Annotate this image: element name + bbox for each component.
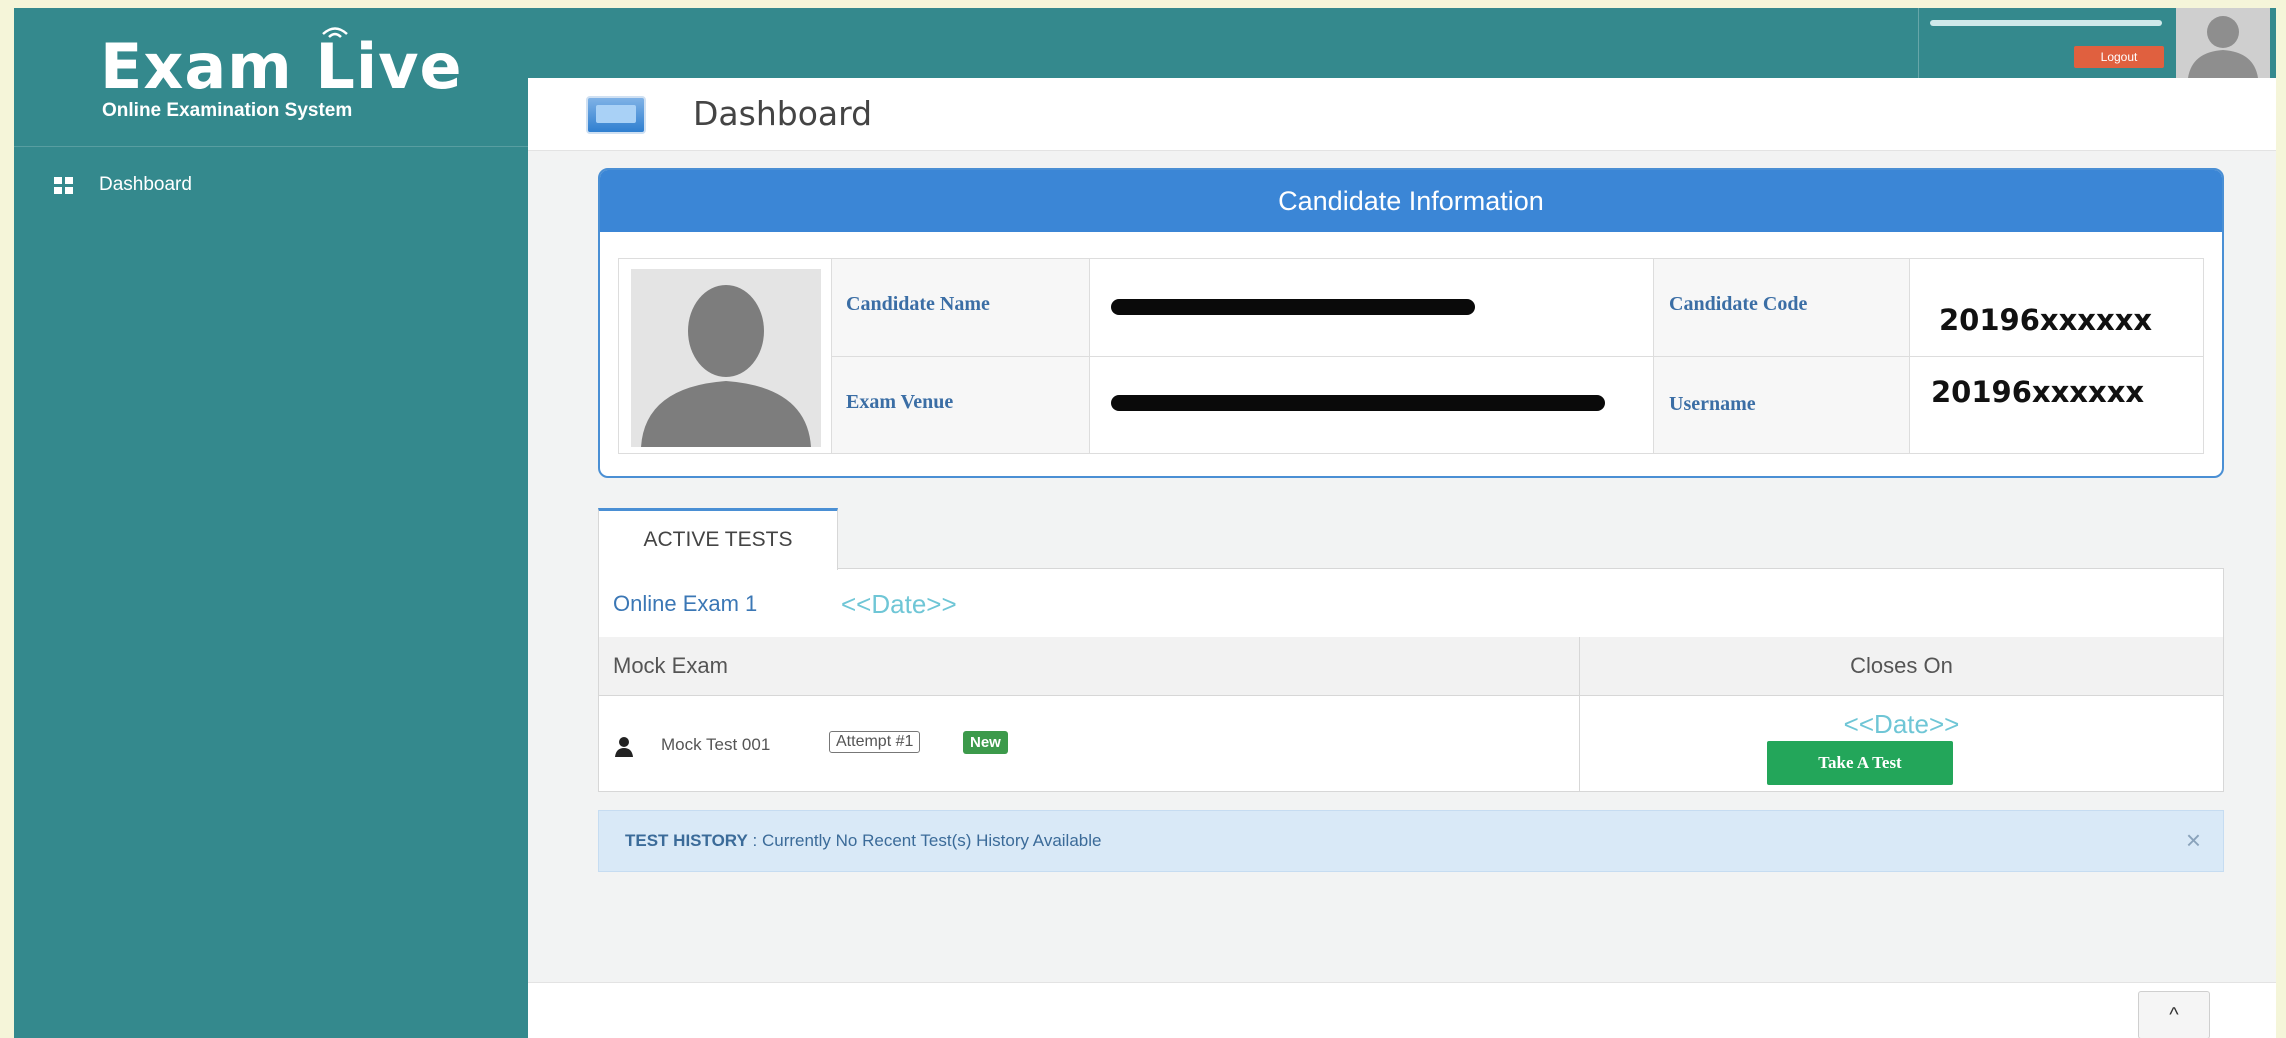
user-icon — [615, 737, 633, 757]
column-header-closes-on: Closes On — [1850, 653, 1953, 678]
test-history-text: TEST HISTORY : Currently No Recent Test(… — [625, 831, 1101, 851]
tab-active-tests[interactable]: ACTIVE TESTS — [598, 508, 838, 570]
grid-icon — [54, 176, 73, 194]
column-header-mock-exam: Mock Exam — [613, 653, 728, 678]
brand-subtitle: Online Examination System — [102, 100, 353, 121]
attempt-badge: Attempt #1 — [829, 731, 921, 753]
test-history-alert: TEST HISTORY : Currently No Recent Test(… — [598, 810, 2224, 872]
candidate-info-heading: Candidate Information — [600, 170, 2222, 232]
user-name — [1930, 18, 2162, 31]
test-history-message: : Currently No Recent Test(s) History Av… — [747, 831, 1102, 850]
test-history-label: TEST HISTORY — [625, 831, 748, 850]
footer: ^ — [528, 982, 2276, 1038]
user-avatar[interactable] — [2176, 8, 2270, 78]
new-badge: New — [963, 731, 1008, 754]
exam-venue-label: Exam Venue — [846, 391, 954, 413]
exam-name: Online Exam 1 — [613, 591, 758, 616]
page-header: Dashboard — [528, 78, 2276, 151]
brand-logo: Exam Live Online Examination System — [14, 8, 528, 147]
candidate-photo — [631, 269, 821, 447]
username-value: 20196xxxxxx — [1931, 375, 2145, 409]
close-icon[interactable]: × — [2186, 825, 2201, 856]
topbar-divider — [1918, 8, 1919, 78]
exam-date: <<Date>> — [841, 589, 957, 619]
tests-table-header: Mock Exam Closes On — [599, 637, 2223, 696]
candidate-info-panel: Candidate Information Candidate Name Can… — [598, 168, 2224, 478]
active-tests-box: Online Exam 1 <<Date>> Mock Exam Closes … — [598, 568, 2224, 792]
candidate-code-label: Candidate Code — [1669, 293, 1808, 315]
sidebar: Exam Live Online Examination System Dash… — [14, 8, 528, 1038]
main-content: Dashboard Candidate Information Candidat… — [528, 78, 2276, 1038]
test-name: Mock Test 001 — [661, 735, 771, 754]
candidate-name-redacted — [1111, 299, 1475, 315]
top-bar: Logout — [528, 8, 2276, 78]
username-label: Username — [1669, 393, 1756, 415]
closes-on-date: <<Date>> — [1843, 709, 1960, 739]
exam-row: Online Exam 1 <<Date>> — [599, 569, 2223, 638]
candidate-code-value: 20196xxxxxx — [1939, 303, 2153, 337]
table-divider — [831, 356, 2203, 357]
logout-button[interactable]: Logout — [2074, 46, 2164, 68]
sidebar-item-dashboard[interactable]: Dashboard — [54, 170, 192, 200]
wifi-icon — [320, 24, 350, 47]
exam-venue-redacted — [1111, 395, 1605, 411]
scroll-to-top-button[interactable]: ^ — [2138, 991, 2210, 1038]
app-frame: Exam Live Online Examination System Dash… — [14, 8, 2276, 1038]
brand-title: Exam Live — [100, 30, 463, 103]
candidate-name-label: Candidate Name — [846, 293, 990, 315]
sidebar-item-label: Dashboard — [99, 174, 192, 195]
dashboard-icon — [586, 96, 646, 134]
take-test-button[interactable]: Take A Test — [1767, 741, 1953, 785]
page-title: Dashboard — [693, 94, 873, 133]
candidate-info-table: Candidate Name Candidate Code 20196xxxxx… — [618, 258, 2204, 454]
